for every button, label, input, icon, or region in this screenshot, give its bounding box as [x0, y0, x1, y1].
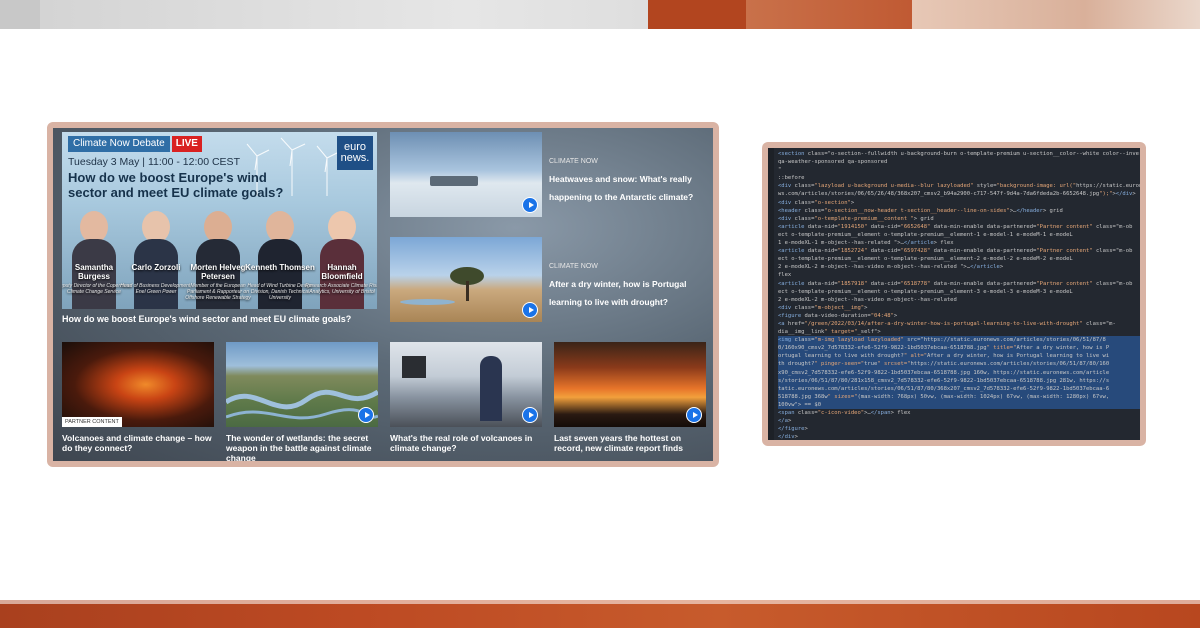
live-badge: LIVE — [171, 136, 202, 152]
dom-node-line[interactable]: <div class="o-template-premium__content … — [778, 215, 1140, 223]
dom-node-line[interactable]: " — [778, 166, 1140, 174]
hero-date-line: Tuesday 3 May | 11:00 - 12:00 CEST — [68, 156, 240, 168]
volcano-thumbnail[interactable]: PARTNER CONTENT — [62, 342, 214, 427]
screenshot-canvas: Climate Now Debate LIVE Tuesday 3 May | … — [0, 0, 1200, 628]
dom-node-line[interactable]: x90_cmsv2_7d578332-efe6-52f9-9822-1bd503… — [778, 368, 1140, 377]
panelist-portrait — [134, 239, 178, 309]
play-video-icon[interactable] — [522, 302, 538, 318]
portugal-card-text: CLIMATE NOW After a dry winter, how is P… — [549, 263, 709, 310]
dom-node-line[interactable]: <section class="o-section--fullwidth u-b… — [778, 150, 1140, 158]
dom-node-line[interactable]: <span class="c-icon-video">…</span> flex — [778, 409, 1140, 417]
card-title-link[interactable]: The wonder of wetlands: the secret weapo… — [226, 433, 381, 461]
strip-segment — [0, 0, 40, 29]
dom-node-line[interactable]: tatic.euronews.com/articles/stories/06/5… — [778, 384, 1140, 393]
devtools-elements-panel: <section class="o-section--fullwidth u-b… — [768, 148, 1140, 440]
dom-node-line[interactable]: flex — [778, 271, 1140, 279]
dom-node-line[interactable]: ect o-template-premium__element o-templa… — [778, 288, 1140, 296]
dom-node-line[interactable]: 2 e-modeXL-2 m-object--has-video m-objec… — [778, 296, 1140, 304]
panelist: Carlo Zorzoli Head of Business Developme… — [120, 209, 192, 309]
bottom-decorative-strip — [0, 600, 1200, 628]
devtools-screenshot-frame: <section class="o-section--fullwidth u-b… — [762, 142, 1146, 446]
dom-node-line[interactable]: 1 e-modeXL-1 m-object--has-related ">…</… — [778, 239, 1140, 247]
tree-trunk-shape — [466, 281, 469, 301]
partner-content-badge: PARTNER CONTENT — [62, 417, 122, 427]
dom-node-line[interactable]: dia__img__link" target="_self"> — [778, 328, 1140, 336]
camera-shape — [402, 356, 426, 378]
river-illustration — [226, 389, 378, 420]
dom-node-line[interactable]: ect o-template-premium__element o-templa… — [778, 231, 1140, 239]
dom-node-line[interactable]: <article data-nid="1857918" data-cid="65… — [778, 280, 1140, 288]
dom-node-line[interactable]: th drought?" pinger-seen="true" srcset="… — [778, 360, 1140, 369]
play-video-icon[interactable] — [686, 407, 702, 423]
play-video-icon[interactable] — [522, 407, 538, 423]
euronews-logo: euro news. — [337, 136, 373, 170]
dom-node-line[interactable]: 100vw"> == $0 — [778, 400, 1140, 409]
strip-segment — [40, 0, 648, 29]
water-shape — [400, 299, 455, 305]
antarctic-card-text: CLIMATE NOW Heatwaves and snow: What's r… — [549, 158, 709, 205]
dom-node-line[interactable]: ect o-template-premium__element o-templa… — [778, 255, 1140, 263]
hero-headline: How do we boost Europe's wind sector and… — [68, 170, 284, 200]
dom-node-line[interactable]: <div class="m-object__img"> — [778, 304, 1140, 312]
debate-tag: Climate Now Debate LIVE — [68, 136, 202, 152]
dom-node-line[interactable]: 0/160x90_cmsv2_7d578332-efe6-52f9-9822-1… — [778, 344, 1140, 353]
dom-node-line[interactable]: <div class="o-section"> — [778, 199, 1140, 207]
dom-node-line[interactable]: <div class="lazyload u-background u-medi… — [778, 182, 1140, 190]
panelist-role: Research Associate Climate Risk Analytic… — [305, 283, 377, 295]
website-screenshot-frame: Climate Now Debate LIVE Tuesday 3 May | … — [47, 122, 719, 467]
play-video-icon[interactable] — [358, 407, 374, 423]
strip-segment — [746, 0, 912, 29]
dom-node-line[interactable]: <header class="o-section__now-header t-s… — [778, 207, 1140, 215]
card-kicker: CLIMATE NOW — [549, 263, 598, 270]
antarctic-thumbnail[interactable] — [390, 132, 542, 217]
volcano-research-thumbnail[interactable] — [390, 342, 542, 427]
logo-line: news. — [340, 152, 370, 164]
debate-tag-label: Climate Now Debate — [68, 136, 170, 152]
hero-video-card[interactable]: Climate Now Debate LIVE Tuesday 3 May | … — [62, 132, 377, 309]
panelist-name: Hannah Bloomfield — [321, 263, 363, 281]
dom-node-line[interactable]: <article data-nid="1914150" data-cid="66… — [778, 223, 1140, 231]
research-station-shape — [430, 176, 478, 186]
dom-node-line[interactable]: ::before — [778, 174, 1140, 182]
card-kicker: CLIMATE NOW — [549, 158, 598, 165]
dom-node-line[interactable]: ortugal learning to live with drought?" … — [778, 352, 1140, 361]
card-title-link[interactable]: Volcanoes and climate change – how do th… — [62, 433, 217, 453]
top-decorative-strip — [0, 0, 1200, 29]
dom-node-line[interactable]: <article data-nid="1852724" data-cid="65… — [778, 247, 1140, 255]
card-title-link[interactable]: Heatwaves and snow: What's really happen… — [549, 174, 693, 202]
dom-node-line[interactable]: qa-weather-sponsored qa-sponsored — [778, 158, 1140, 166]
panelist: Kenneth Thomsen Head of Wind Turbine Des… — [245, 209, 315, 309]
dom-node-line[interactable]: </div> — [778, 433, 1140, 440]
dom-node-line[interactable]: 2 e-modeXL-2 m-object--has-video m-objec… — [778, 263, 1140, 271]
climate-now-section: Climate Now Debate LIVE Tuesday 3 May | … — [53, 128, 713, 461]
researcher-shape — [480, 356, 502, 421]
dom-node-line[interactable]: </figure> — [778, 425, 1140, 433]
dom-node-line[interactable]: 518788.jpg 368w" sizes="(max-width: 768p… — [778, 392, 1140, 401]
panelist: Samantha Burgess Deputy Director of the … — [62, 209, 132, 309]
dom-node-line[interactable]: <img class="m-img lazyload lazyloaded" s… — [778, 336, 1140, 345]
dom-node-line[interactable]: <a href="/green/2022/03/14/after-a-dry-w… — [778, 320, 1140, 328]
strip-segment — [648, 0, 746, 29]
panelists-row: Samantha Burgess Deputy Director of the … — [62, 199, 377, 309]
play-video-icon[interactable] — [522, 197, 538, 213]
dom-tree: <section class="o-section--fullwidth u-b… — [778, 150, 1140, 440]
dom-node-line[interactable]: </a> — [778, 417, 1140, 425]
card-title-link[interactable]: After a dry winter, how is Portugal lear… — [549, 279, 686, 307]
dom-node-line[interactable]: s/stories/06/51/87/80/281x158_cmsv2_7d57… — [778, 376, 1140, 385]
hero-caption-link[interactable]: How do we boost Europe's wind sector and… — [62, 314, 377, 324]
card-title-link[interactable]: What's the real role of volcanoes in cli… — [390, 433, 545, 453]
wildfire-thumbnail[interactable] — [554, 342, 706, 427]
card-title-link[interactable]: Last seven years the hottest on record, … — [554, 433, 709, 453]
strip-segment — [912, 0, 1200, 29]
wetlands-thumbnail[interactable] — [226, 342, 378, 427]
panelist: Morten Helveg Petersen Member of the Eur… — [185, 209, 251, 309]
portugal-drought-thumbnail[interactable] — [390, 237, 542, 322]
dom-node-line[interactable]: <figure data-video-duration="04:48"> — [778, 312, 1140, 320]
panelist: Hannah Bloomfield Research Associate Cli… — [305, 209, 377, 309]
dom-node-line[interactable]: ws.com/articles/stories/06/65/26/48/368x… — [778, 190, 1140, 198]
devtools-gutter — [768, 148, 774, 440]
